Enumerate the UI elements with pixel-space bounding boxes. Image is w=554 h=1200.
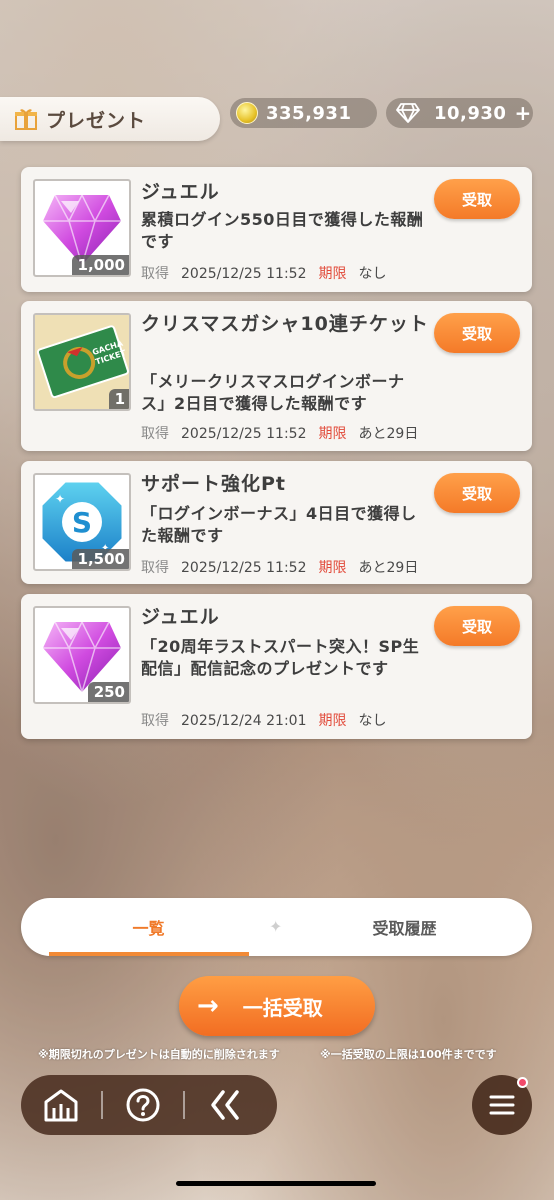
double-chevron-left-icon — [211, 1090, 239, 1120]
page-title: プレゼント — [46, 109, 147, 132]
receive-button[interactable]: 受取 — [434, 606, 520, 646]
back-button[interactable] — [185, 1075, 265, 1135]
bottom-nav — [21, 1075, 277, 1135]
expiry-note: ※期限切れのプレゼントは自動的に削除されます — [38, 1048, 280, 1061]
present-meta: 取得 2025/12/25 11:52 期限 あと29日 — [141, 423, 418, 443]
gift-icon — [15, 109, 37, 130]
expiry-label: 期限 — [318, 426, 347, 442]
receive-button[interactable]: 受取 — [434, 473, 520, 513]
acquired-label: 取得 — [141, 426, 169, 442]
present-description: 「20周年ラストスパート突入！SP生配信」配信記念のプレゼントです — [141, 637, 420, 678]
expiry-value: なし — [358, 266, 387, 282]
present-meta: 取得 2025/12/25 11:52 期限 あと29日 — [141, 557, 418, 577]
present-meta: 取得 2025/12/25 11:52 期限 なし — [141, 263, 387, 283]
limit-note: ※一括受取の上限は100件までです — [320, 1048, 497, 1061]
jewel-icon: 1,000 — [33, 179, 131, 277]
home-button[interactable] — [21, 1075, 101, 1135]
home-icon — [44, 1089, 78, 1122]
acquired-label: 取得 — [141, 266, 169, 282]
active-tab-indicator — [49, 952, 249, 956]
bulk-receive-label: 一括受取 — [242, 995, 323, 1020]
notification-dot — [517, 1077, 528, 1088]
expiry-label: 期限 — [318, 266, 347, 282]
present-card: S ✦ ✦ 1,500 サポート強化Pt 「ログインボーナス」4日目で獲得した報… — [21, 461, 532, 584]
hamburger-icon — [489, 1095, 515, 1115]
help-icon — [126, 1088, 160, 1122]
present-description: 「メリークリスマスログインボーナス」2日目で獲得した報酬です — [141, 372, 405, 413]
present-description: 累積ログイン550日目で獲得した報酬です — [141, 210, 424, 251]
acquired-date: 2025/12/25 11:52 — [181, 560, 307, 576]
present-card: 1,000 ジュエル 累積ログイン550日目で獲得した報酬です 取得 2025/1… — [21, 167, 532, 292]
expiry-value: なし — [358, 713, 387, 729]
home-indicator — [176, 1181, 376, 1186]
help-button[interactable] — [103, 1075, 183, 1135]
acquired-date: 2025/12/25 11:52 — [181, 426, 307, 442]
present-card: GACHA TICKET 1 クリスマスガシャ10連チケット 「メリークリスマス… — [21, 301, 532, 451]
coin-icon — [236, 102, 258, 124]
svg-text:S: S — [72, 506, 92, 539]
acquired-label: 取得 — [141, 560, 169, 576]
page-title-tab: プレゼント — [0, 97, 220, 141]
present-card: 250 ジュエル 「20周年ラストスパート突入！SP生配信」配信記念のプレゼント… — [21, 594, 532, 739]
add-jewel-button[interactable]: + — [514, 101, 531, 125]
jewel-counter[interactable]: 10,930 + — [386, 98, 533, 128]
coin-counter: 335,931 — [230, 98, 377, 128]
expiry-label: 期限 — [318, 713, 347, 729]
coin-value: 335,931 — [266, 102, 352, 124]
acquired-label: 取得 — [141, 713, 169, 729]
receive-button[interactable]: 受取 — [434, 313, 520, 353]
present-description: 「ログインボーナス」4日目で獲得した報酬です — [141, 504, 417, 545]
diamond-icon — [396, 103, 420, 123]
jewel-icon: 250 — [33, 606, 131, 704]
acquired-date: 2025/12/25 11:52 — [181, 266, 307, 282]
present-name: ジュエル — [141, 606, 220, 628]
expiry-value: あと29日 — [358, 560, 419, 576]
quantity-badge: 1,000 — [71, 255, 129, 275]
present-meta: 取得 2025/12/24 21:01 期限 なし — [141, 710, 387, 730]
present-name: ジュエル — [141, 181, 220, 203]
bulk-receive-button[interactable]: → 一括受取 — [179, 976, 375, 1036]
quantity-badge: 250 — [87, 682, 129, 702]
arrow-right-icon: → — [197, 991, 219, 1021]
present-name: サポート強化Pt — [141, 473, 287, 495]
expiry-label: 期限 — [318, 560, 347, 576]
tab-list[interactable]: 一覧 — [21, 898, 276, 956]
gacha-ticket-icon: GACHA TICKET 1 — [33, 313, 131, 411]
jewel-value: 10,930 — [434, 102, 507, 124]
expiry-value: あと29日 — [358, 426, 419, 442]
tab-history[interactable]: 受取履歴 — [277, 898, 532, 956]
support-pt-icon: S ✦ ✦ 1,500 — [33, 473, 131, 571]
receive-button[interactable]: 受取 — [434, 179, 520, 219]
menu-button[interactable] — [472, 1075, 532, 1135]
quantity-badge: 1,500 — [71, 549, 129, 569]
quantity-badge: 1 — [108, 389, 129, 409]
present-name: クリスマスガシャ10連チケット — [141, 313, 429, 335]
acquired-date: 2025/12/24 21:01 — [181, 713, 307, 729]
svg-text:✦: ✦ — [55, 492, 65, 506]
tab-bar: 一覧 ✦ 受取履歴 — [21, 898, 532, 956]
